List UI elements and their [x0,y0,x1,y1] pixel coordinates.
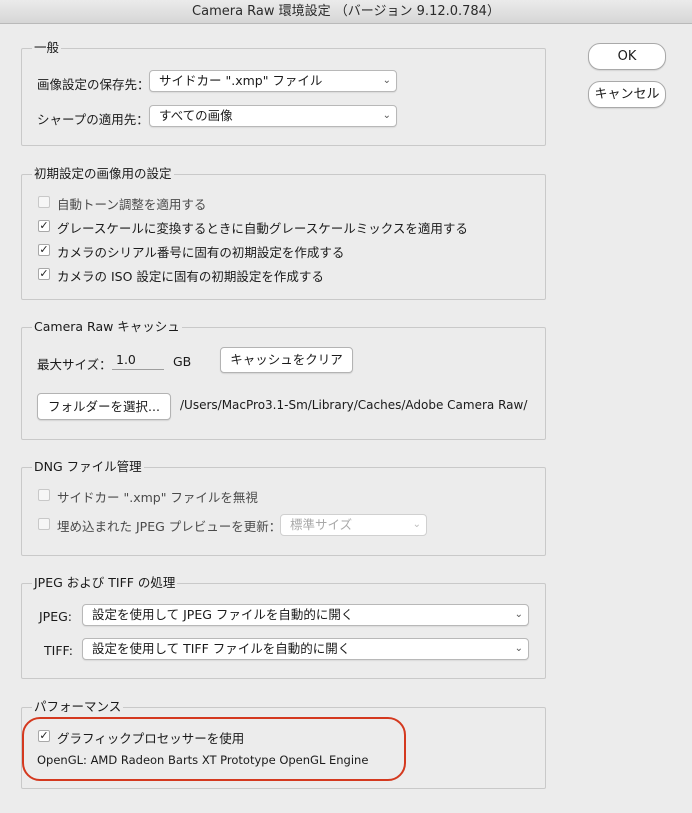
auto-tone-checkbox[interactable] [38,196,50,208]
grayscale-mix-label: グレースケールに変換するときに自動グレースケールミックスを適用する [57,221,468,236]
cache-path: /Users/MacPro3.1-Sm/Library/Caches/Adobe… [180,398,528,412]
max-size-input[interactable]: 1.0 [112,350,164,370]
chevron-down-icon: ⌄ [514,643,523,654]
annotation-highlight-circle [22,717,406,781]
jpeg-tiff-legend: JPEG および TIFF の処理 [32,575,178,590]
auto-tone-label: 自動トーン調整を適用する [57,197,207,212]
tiff-handling-value: 設定を使用して TIFF ファイルを自動的に開く [92,641,351,656]
cache-group [21,327,546,440]
window-title: Camera Raw 環境設定 （バージョン 9.12.0.784） [0,0,692,24]
cache-unit: GB [173,354,192,369]
max-size-label: 最大サイズ： [37,357,112,372]
serial-defaults-label: カメラのシリアル番号に固有の初期設定を作成する [57,245,345,260]
purge-cache-button[interactable]: キャッシュをクリア [220,347,353,373]
tiff-handling-select[interactable]: 設定を使用して TIFF ファイルを自動的に開く ⌄ [82,638,529,660]
cancel-button[interactable]: キャンセル [588,81,666,108]
iso-defaults-label: カメラの ISO 設定に固有の初期設定を作成する [57,269,324,284]
jpeg-handling-select[interactable]: 設定を使用して JPEG ファイルを自動的に開く ⌄ [82,604,529,626]
general-group [21,48,546,146]
sharpen-select[interactable]: すべての画像 ⌄ [149,105,397,127]
chevron-down-icon: ⌄ [514,609,523,620]
select-folder-button[interactable]: フォルダーを選択... [37,393,171,420]
iso-defaults-checkbox[interactable]: ✓ [38,268,50,280]
serial-defaults-checkbox[interactable]: ✓ [38,244,50,256]
dng-group [21,467,546,556]
performance-legend: パフォーマンス [32,699,124,714]
chevron-down-icon: ⌄ [382,75,391,86]
dng-legend: DNG ファイル管理 [32,459,144,474]
jpeg-tiff-group [21,583,546,679]
ignore-sidecar-checkbox[interactable] [38,489,50,501]
sharpen-value: すべての画像 [159,108,233,123]
preview-size-select[interactable]: 標準サイズ ⌄ [280,514,427,536]
save-location-label: 画像設定の保存先： [37,77,150,92]
ignore-sidecar-label: サイドカー ".xmp" ファイルを無視 [57,490,258,505]
general-legend: 一般 [32,40,62,55]
save-location-select[interactable]: サイドカー ".xmp" ファイル ⌄ [149,70,397,92]
sharpen-label: シャープの適用先： [37,112,149,127]
preview-size-value: 標準サイズ [290,517,353,532]
chevron-down-icon: ⌄ [412,519,421,530]
defaults-legend: 初期設定の画像用の設定 [32,166,174,181]
grayscale-mix-checkbox[interactable]: ✓ [38,220,50,232]
save-location-value: サイドカー ".xmp" ファイル [159,73,323,88]
cache-legend: Camera Raw キャッシュ [32,319,182,334]
jpeg-label: JPEG: [39,609,73,624]
jpeg-handling-value: 設定を使用して JPEG ファイルを自動的に開く [92,607,354,622]
update-preview-label: 埋め込まれた JPEG プレビューを更新： [57,519,282,534]
tiff-label: TIFF: [44,643,73,658]
ok-button[interactable]: OK [588,43,666,70]
update-preview-checkbox[interactable] [38,518,50,530]
chevron-down-icon: ⌄ [382,110,391,121]
